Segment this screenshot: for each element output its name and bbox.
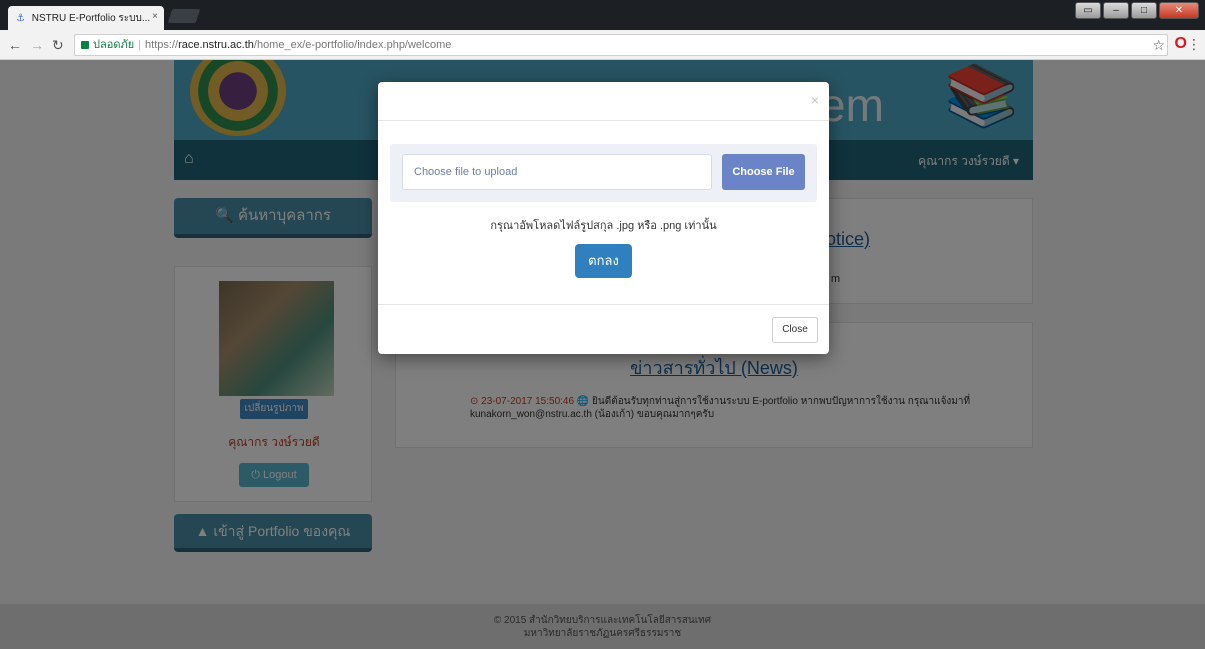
file-upload-group: Choose file to upload Choose File	[390, 144, 817, 202]
browser-menu-icon[interactable]: ⋮	[1187, 36, 1201, 53]
close-button[interactable]: Close	[772, 317, 818, 343]
secure-label: ปลอดภัย	[93, 39, 135, 51]
tab-title: NSTRU E-Portfolio ระบบ...	[31, 13, 151, 24]
url-scheme: https://	[145, 39, 179, 51]
restore-icon[interactable]: ▭	[1075, 2, 1101, 19]
window-controls: ▭ – □ ✕	[1075, 2, 1199, 19]
new-tab-button[interactable]	[167, 9, 201, 23]
browser-tabbar: ⚓ NSTRU E-Portfolio ระบบ... × ▭ – □ ✕	[0, 0, 1205, 30]
upload-modal: × Choose file to upload Choose File กรุณ…	[378, 82, 829, 354]
tab-close-icon[interactable]: ×	[152, 11, 158, 22]
maximize-icon[interactable]: □	[1131, 2, 1157, 19]
lock-icon	[81, 41, 89, 49]
bookmark-star-icon[interactable]: ☆	[1152, 37, 1165, 54]
url-separator: |	[138, 39, 142, 51]
back-icon[interactable]: ←	[8, 37, 22, 53]
reload-icon[interactable]: ↻	[52, 37, 64, 54]
browser-tab[interactable]: ⚓ NSTRU E-Portfolio ระบบ... ×	[8, 6, 164, 30]
url-input[interactable]: ปลอดภัย | https://race.nstru.ac.th/home_ex…	[74, 34, 1168, 56]
modal-close-icon[interactable]: ×	[811, 92, 819, 108]
opera-extension-icon[interactable]: O	[1175, 35, 1187, 53]
window-close-icon[interactable]: ✕	[1159, 2, 1199, 19]
site-favicon-icon: ⚓	[16, 13, 25, 24]
modal-footer-divider	[378, 304, 829, 305]
minimize-icon[interactable]: –	[1103, 2, 1129, 19]
upload-hint: กรุณาอัพโหลดไฟล์รูปสกุล .jpg หรือ .png เ…	[490, 220, 717, 232]
forward-icon[interactable]: →	[30, 37, 44, 53]
url-host: race.nstru.ac.th	[178, 39, 254, 51]
file-path-input[interactable]: Choose file to upload	[402, 154, 712, 190]
url-path: /home_ex/e-portfolio/index.php/welcome	[253, 39, 452, 51]
modal-header-divider	[378, 120, 829, 121]
ok-button[interactable]: ตกลง	[575, 244, 632, 278]
choose-file-button[interactable]: Choose File	[722, 154, 805, 190]
address-bar: ← → ↻ ปลอดภัย | https://race.nstru.ac.th/h…	[0, 30, 1205, 60]
